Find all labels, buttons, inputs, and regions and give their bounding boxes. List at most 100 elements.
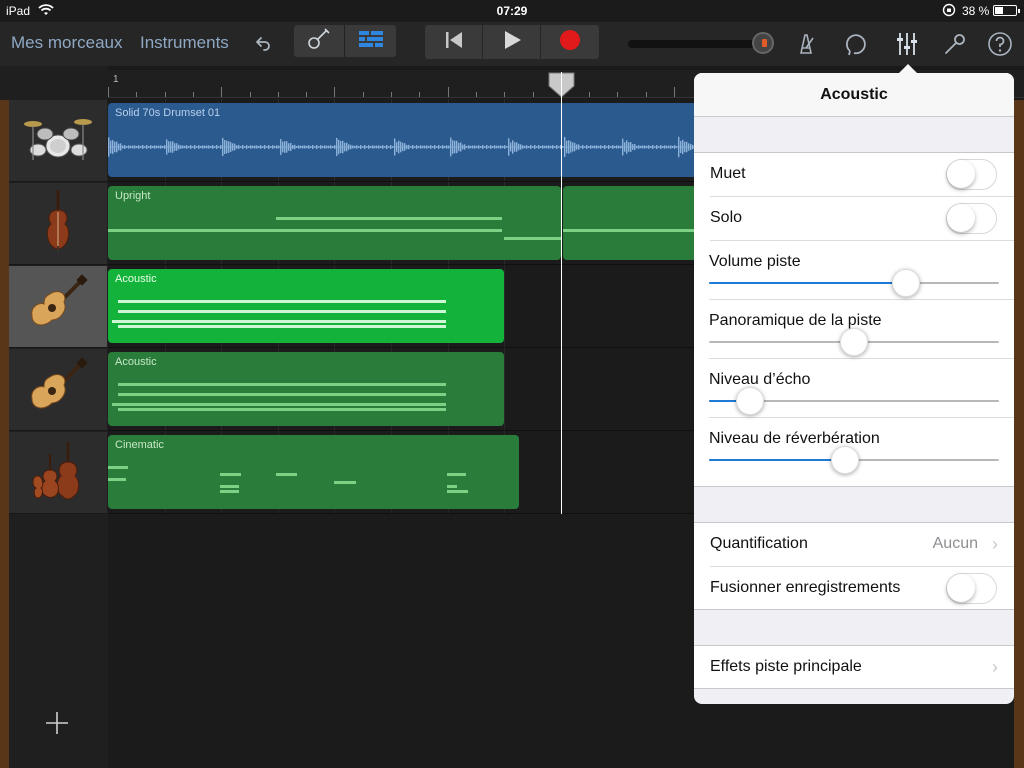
- region-drums[interactable]: Solid 70s Drumset 01: [108, 103, 708, 177]
- instrument-view-button[interactable]: [294, 25, 345, 57]
- playhead-handle[interactable]: [548, 72, 575, 98]
- slider-thumb[interactable]: [840, 328, 868, 356]
- play-button[interactable]: [483, 25, 541, 59]
- mute-label: Muet: [710, 165, 746, 182]
- region-acoustic-selected[interactable]: Acoustic: [108, 269, 504, 343]
- reverb-slider[interactable]: [709, 445, 999, 475]
- waveform-sample: [310, 146, 312, 148]
- waveform-sample: [388, 146, 390, 148]
- drum-waveform: [108, 136, 708, 158]
- track-header-acoustic[interactable]: [9, 349, 107, 431]
- waveform-sample: [302, 145, 304, 149]
- waveform-sample: [588, 146, 590, 148]
- waveform-sample: [374, 145, 376, 149]
- master-effects-row[interactable]: Effets piste principale ›: [710, 646, 1014, 690]
- merge-recordings-row: Fusionner enregistrements: [710, 567, 1014, 611]
- track-header-cinematic-strings[interactable]: [9, 432, 107, 514]
- waveform-sample: [562, 146, 564, 148]
- solo-row: Solo: [710, 197, 1014, 241]
- slider-thumb[interactable]: [831, 446, 859, 474]
- ruler-tick: [362, 92, 364, 97]
- waveform-sample: [414, 146, 416, 148]
- waveform-sample: [244, 146, 246, 148]
- waveform-sample: [550, 145, 552, 149]
- master-volume-slider[interactable]: [628, 40, 764, 48]
- waveform-sample: [680, 140, 682, 154]
- waveform-sample: [152, 145, 154, 149]
- waveform-sample: [510, 142, 512, 152]
- waveform-sample: [690, 143, 692, 151]
- waveform-sample: [416, 145, 418, 149]
- region-upright[interactable]: Upright: [108, 186, 561, 260]
- tracks-view-button[interactable]: [345, 25, 396, 57]
- rewind-button[interactable]: [425, 25, 483, 59]
- region-cinematic[interactable]: Cinematic: [108, 435, 519, 509]
- waveform-sample: [162, 145, 164, 149]
- midi-note: [447, 490, 468, 493]
- waveform-sample: [572, 142, 574, 152]
- waveform-sample: [544, 145, 546, 149]
- record-button[interactable]: [541, 25, 599, 59]
- rotation-lock-icon: [942, 3, 956, 20]
- mute-toggle[interactable]: [946, 159, 997, 190]
- waveform-sample: [616, 145, 618, 149]
- waveform-sample: [254, 145, 256, 149]
- loop-browser-icon[interactable]: [843, 30, 871, 58]
- region-name: Acoustic: [115, 273, 157, 285]
- region-name: Upright: [115, 190, 151, 202]
- midi-note: [447, 485, 457, 488]
- waveform-sample: [324, 145, 326, 149]
- slider-fill: [709, 459, 845, 461]
- undo-icon[interactable]: [248, 30, 276, 58]
- waveform-sample: [554, 146, 556, 148]
- solo-toggle[interactable]: [946, 203, 997, 234]
- track-header-acoustic-selected[interactable]: [9, 266, 107, 348]
- metronome-icon[interactable]: [792, 30, 820, 58]
- waveform-sample: [530, 145, 532, 149]
- waveform-sample: [292, 145, 294, 149]
- settings-wrench-icon[interactable]: [941, 30, 969, 58]
- clock: 07:29: [496, 4, 528, 18]
- instruments-button[interactable]: Instruments: [140, 33, 229, 53]
- quantize-value: Aucun: [932, 535, 978, 552]
- master-effects-label: Effets piste principale: [710, 658, 862, 675]
- volume-slider[interactable]: [709, 268, 999, 298]
- slider-thumb[interactable]: [892, 269, 920, 297]
- waveform-sample: [598, 145, 600, 149]
- waveform-sample: [492, 145, 494, 149]
- track-controls-icon[interactable]: [893, 30, 921, 58]
- merge-recordings-toggle[interactable]: [946, 573, 997, 604]
- waveform-sample: [144, 146, 146, 148]
- region-acoustic[interactable]: Acoustic: [108, 352, 504, 426]
- mute-row: Muet: [710, 153, 1014, 197]
- pan-row: Panoramique de la piste: [709, 300, 1014, 359]
- waveform-sample: [428, 145, 430, 149]
- help-icon[interactable]: [986, 30, 1014, 58]
- waveform-sample: [458, 142, 460, 152]
- waveform-sample: [512, 140, 514, 154]
- waveform-sample: [454, 140, 456, 154]
- pan-slider[interactable]: [709, 327, 999, 357]
- waveform-sample: [596, 145, 598, 149]
- toggle-thumb: [947, 160, 975, 188]
- waveform-sample: [134, 145, 136, 149]
- quantize-row[interactable]: Quantification Aucun ›: [710, 523, 1014, 567]
- track-header-upright-bass[interactable]: [9, 183, 107, 265]
- echo-slider[interactable]: [709, 386, 999, 416]
- battery-icon: [993, 5, 1020, 16]
- waveform-sample: [242, 145, 244, 149]
- add-track-button[interactable]: [42, 708, 72, 738]
- waveform-sample: [516, 142, 518, 152]
- slider-thumb[interactable]: [736, 387, 764, 415]
- waveform-sample: [472, 145, 474, 149]
- waveform-sample: [636, 145, 638, 149]
- waveform-sample: [196, 146, 198, 148]
- waveform-sample: [602, 146, 604, 148]
- track-header-drums[interactable]: [9, 100, 107, 182]
- waveform-sample: [328, 145, 330, 149]
- master-volume-knob[interactable]: [752, 32, 774, 54]
- my-songs-button[interactable]: Mes morceaux: [11, 33, 122, 53]
- waveform-sample: [488, 146, 490, 148]
- midi-note: [118, 383, 446, 386]
- waveform-sample: [642, 145, 644, 149]
